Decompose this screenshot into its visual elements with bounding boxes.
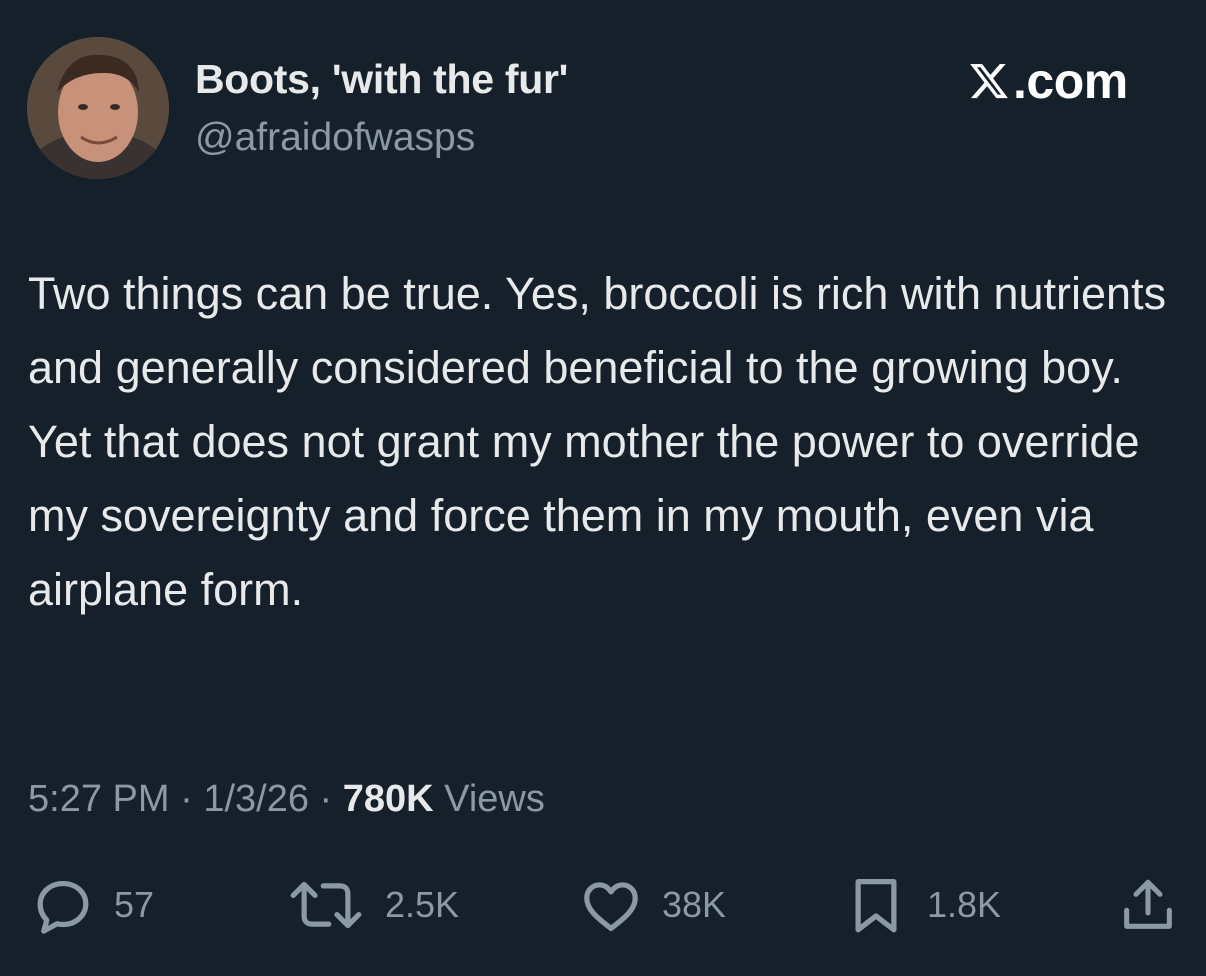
avatar[interactable] xyxy=(27,37,169,179)
like-count: 38K xyxy=(662,884,727,925)
meta-separator: · xyxy=(180,778,193,820)
views-label: Views xyxy=(444,778,545,820)
brand-text: .com xyxy=(1013,53,1128,109)
tweet-text: Two things can be true. Yes, broccoli is… xyxy=(28,268,1167,615)
bookmark-icon xyxy=(855,879,897,933)
bookmark-count: 1.8K xyxy=(927,884,1002,925)
meta-separator: · xyxy=(319,778,333,820)
tweet-date[interactable]: 1/3/26 xyxy=(203,778,309,820)
repost-button[interactable]: 2.5K xyxy=(285,870,459,940)
brand-logo: .com xyxy=(968,56,1128,106)
repost-icon xyxy=(290,881,362,929)
avatar-portrait xyxy=(27,37,169,179)
display-name[interactable]: Boots, 'with the fur' xyxy=(195,56,568,103)
tweet-meta: 5:27 PM · 1/3/26 · 780K Views xyxy=(28,778,545,821)
views-count: 780K xyxy=(342,778,434,820)
reply-icon xyxy=(37,880,89,934)
share-button[interactable] xyxy=(1116,870,1180,940)
tweet-time[interactable]: 5:27 PM xyxy=(28,778,170,820)
like-button[interactable]: 38K xyxy=(578,870,726,940)
heart-icon xyxy=(584,882,638,931)
reply-count: 57 xyxy=(114,884,155,925)
user-handle[interactable]: @afraidofwasps xyxy=(195,116,475,160)
reply-button[interactable]: 57 xyxy=(30,870,154,940)
action-bar: 57 2.5K 38K 1.8K xyxy=(0,870,1206,940)
bookmark-button[interactable]: 1.8K xyxy=(843,870,1001,940)
share-icon xyxy=(1124,879,1172,929)
x-logo-icon xyxy=(970,63,1008,99)
repost-count: 2.5K xyxy=(385,884,460,925)
